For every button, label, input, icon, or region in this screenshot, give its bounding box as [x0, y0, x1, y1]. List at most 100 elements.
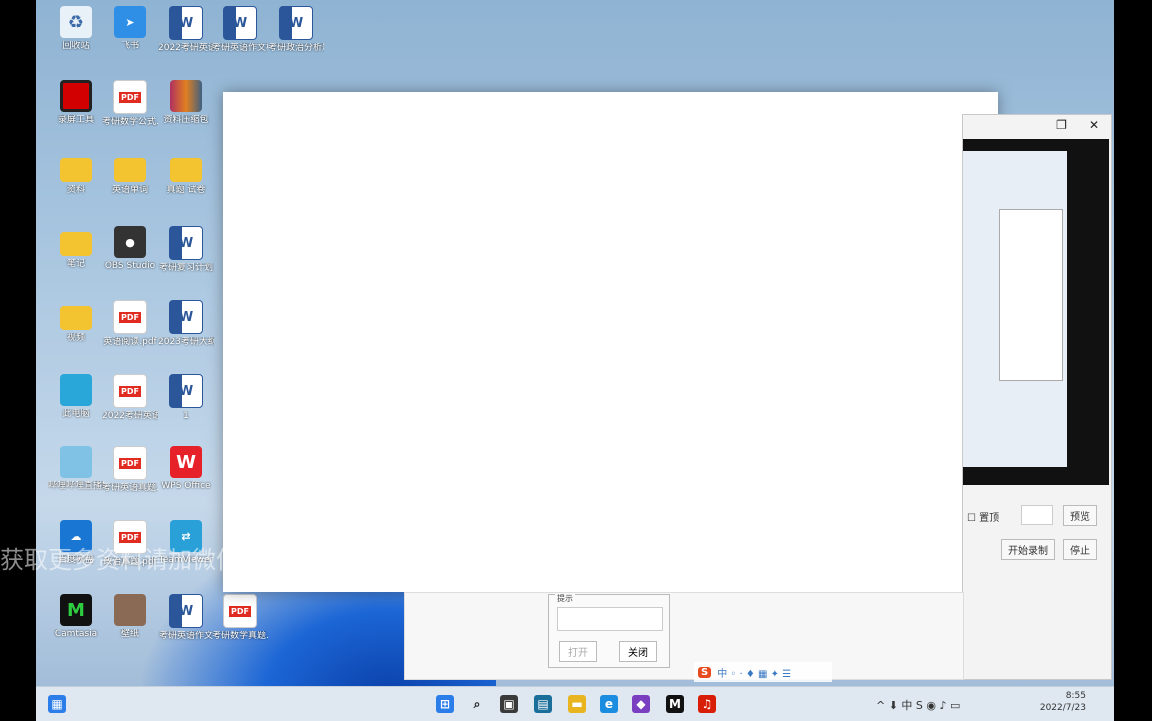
desktop-icon[interactable]: 英语单词 — [102, 152, 158, 196]
watermark-text: 获取更多资料请加微信：kaoyan829 — [0, 546, 397, 574]
recorder-window[interactable]: ❐ ✕ ☐ 置顶 预览 开始录制 停止 — [962, 114, 1112, 680]
desktop-icon[interactable]: ● OBS Studio — [102, 226, 158, 272]
desktop-icon-label: 考研英语真题.pdf — [102, 483, 158, 493]
desktop-icon-label: 资料压缩包 — [163, 115, 209, 125]
edge-browser-icon[interactable]: e — [600, 695, 618, 713]
desktop-icon-label: 视频 — [66, 333, 85, 343]
desktop-icon[interactable]: W 考研英语作文模板 — [212, 6, 268, 54]
open-button[interactable]: 打开 — [559, 641, 597, 662]
desktop-icon[interactable]: PDF 考研数学公式.pdf — [102, 80, 158, 128]
restore-icon[interactable]: ❐ — [1056, 118, 1067, 132]
desktop-icon[interactable]: PDF 2022考研英语二.pdf — [102, 374, 158, 422]
prompt-popup[interactable]: 提示 打开 关闭 — [548, 593, 670, 668]
desktop-icon[interactable]: W 考研英语作文 — [158, 594, 214, 642]
desktop-icon-label: 2023考研大纲 — [158, 337, 214, 347]
desktop-icon-label: 考研数学公式.pdf — [102, 117, 158, 127]
word-doc-icon: W — [169, 226, 203, 260]
netease-music-icon[interactable]: ♫ — [698, 695, 716, 713]
desktop-icon[interactable]: W 2022考研英语(一)真题.docx — [158, 6, 214, 54]
record-app-icon — [60, 80, 92, 112]
word-doc-icon: W — [223, 6, 257, 40]
desktop-icon[interactable]: W 考研政治分析题 — [268, 6, 324, 54]
word-doc-icon: W — [279, 6, 313, 40]
desktop-icon-label: OBS Studio — [104, 261, 156, 271]
topmost-checkbox[interactable]: ☐ 置顶 — [967, 509, 999, 524]
file-explorer-icon[interactable]: ▬ — [568, 695, 586, 713]
recorder-titlebar: ❐ ✕ — [963, 115, 1111, 135]
folder-icon — [60, 232, 92, 256]
desktop-icon[interactable]: W 考研复习计划 — [158, 226, 214, 274]
close-icon[interactable]: ✕ — [1089, 118, 1099, 132]
windows-start-icon[interactable]: ⊞ — [436, 695, 454, 713]
desktop-icon-label: Camtasia — [54, 629, 98, 639]
desktop-icon-label: 资料 — [66, 185, 85, 195]
start-record-button[interactable]: 开始录制 — [1001, 539, 1055, 560]
desktop-icon-label: WPS Office — [161, 481, 211, 491]
preview-button[interactable]: 预览 — [1063, 505, 1097, 526]
screen-preview — [963, 139, 1109, 485]
system-tray[interactable]: ^ ⬇ 中 S ◉ ♪ ▭ — [876, 697, 960, 713]
folder-icon — [60, 306, 92, 330]
desktop-icon-label: 1 — [183, 411, 189, 421]
pdf-file-icon: PDF — [113, 446, 147, 480]
clock-time: 8:55 — [1065, 691, 1086, 701]
option-box[interactable] — [1021, 505, 1053, 525]
desktop-icon[interactable]: 此电脑 — [48, 374, 104, 420]
desktop-icon-label: 考研复习计划 — [158, 263, 213, 273]
preview-subframe — [999, 209, 1063, 381]
search-icon[interactable]: ⌕ — [468, 695, 486, 713]
desktop-icon-label: 英语阅读.pdf — [103, 337, 157, 347]
desktop-icon-label: 飞书 — [120, 41, 139, 51]
app-icon[interactable]: ▤ — [534, 695, 552, 713]
desktop-icon[interactable]: 真题 试卷 — [158, 152, 214, 196]
desktop-icon[interactable]: 资料 — [48, 152, 104, 196]
desktop-icon[interactable]: 笔记 — [48, 226, 104, 270]
pdf-file-icon: PDF — [113, 80, 147, 114]
folder-icon — [114, 158, 146, 182]
desktop-icon[interactable]: M Camtasia — [48, 594, 104, 640]
desktop-icon[interactable]: ➤ 飞书 — [102, 6, 158, 52]
desktop-icon[interactable]: 视频 — [48, 300, 104, 344]
desktop-icon[interactable]: ♻ 回收站 — [48, 6, 104, 52]
ime-toolbar-items[interactable]: 中 ◦ · ♦ ▦ ✦ ☰ — [717, 665, 791, 680]
visual-studio-icon[interactable]: ◆ — [632, 695, 650, 713]
desktop-icon[interactable]: W1 — [158, 374, 214, 422]
desktop-icon-label: 2022考研英语(一)真题.docx — [158, 43, 214, 53]
ime-toolbar[interactable]: S 中 ◦ · ♦ ▦ ✦ ☰ — [694, 662, 832, 682]
anime-app-icon — [60, 446, 92, 478]
desktop-icon-label: 录屏工具 — [57, 115, 94, 125]
desktop-icon-label: 笔记 — [66, 259, 85, 269]
desktop-icon[interactable]: 哔哩哔哩直播姬 — [48, 446, 104, 492]
pdf-file-icon: PDF — [113, 374, 147, 408]
desktop-icon-label: 考研数学真题.pdf — [212, 631, 268, 641]
desktop-icon[interactable]: 资料压缩包 — [158, 80, 214, 126]
desktop-icon-label: 壁纸 — [120, 629, 139, 639]
desktop-icon[interactable]: PDF 英语阅读.pdf — [102, 300, 158, 348]
pdf-file-icon: PDF — [223, 594, 257, 628]
camtasia-icon[interactable]: M — [666, 695, 684, 713]
close-button[interactable]: 关闭 — [619, 641, 657, 662]
desktop-icon-label: 考研政治分析题 — [268, 43, 324, 53]
word-doc-icon: W — [169, 6, 203, 40]
widgets-icon[interactable]: ▦ — [48, 695, 66, 713]
arrow-app-icon: ➤ — [114, 6, 146, 38]
desktop-icon[interactable]: W WPS Office — [158, 446, 214, 492]
desktop-icon[interactable]: PDF 考研数学真题.pdf — [212, 594, 268, 642]
stop-button[interactable]: 停止 — [1063, 539, 1097, 560]
pdf-file-icon: PDF — [113, 300, 147, 334]
desktop-icon-label: 2022考研英语二.pdf — [102, 411, 158, 421]
desktop-icon-label: 此电脑 — [62, 409, 90, 419]
desktop-icon-label: 考研英语作文模板 — [212, 43, 268, 53]
green-m-app-icon: M — [60, 594, 92, 626]
blank-dialog-window[interactable] — [223, 92, 998, 592]
desktop-icon[interactable]: 录屏工具 — [48, 80, 104, 126]
taskbar: ▦ ⊞ ⌕ ▣ ▤ ▬ e ◆ M ♫ ^ ⬇ 中 S ◉ ♪ ▭ 8:55 2022/7/23 — [36, 686, 1114, 721]
clock[interactable]: 8:55 2022/7/23 — [1040, 690, 1086, 714]
sogou-ime-icon[interactable]: S — [698, 666, 712, 678]
desktop-icon-label: 英语单词 — [111, 185, 148, 195]
task-view-icon[interactable]: ▣ — [500, 695, 518, 713]
desktop-icon[interactable]: 壁纸 — [102, 594, 158, 640]
popup-input[interactable] — [557, 607, 663, 631]
desktop-icon[interactable]: W 2023考研大纲 — [158, 300, 214, 348]
desktop-icon[interactable]: PDF 考研英语真题.pdf — [102, 446, 158, 494]
